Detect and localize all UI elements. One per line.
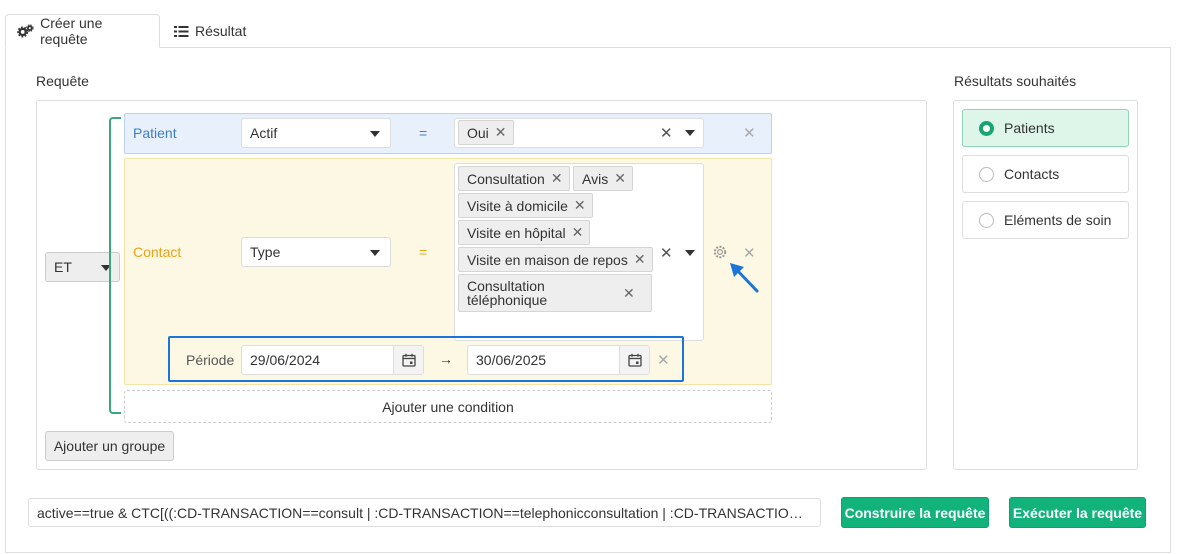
result-option-label: Contacts — [1004, 166, 1060, 182]
value-tag: Visite en maison de repos ✕ — [458, 247, 653, 272]
result-option-contacts[interactable]: Contacts — [962, 155, 1129, 193]
remove-tag-icon[interactable]: ✕ — [634, 251, 646, 268]
pointer-arrow-icon — [730, 263, 759, 293]
build-query-label: Construire la requête — [844, 504, 986, 521]
add-group-button[interactable]: Ajouter un groupe — [45, 431, 174, 461]
operator-label: = — [419, 125, 428, 141]
radio-empty-icon — [979, 212, 994, 228]
remove-period-icon[interactable]: ✕ — [657, 351, 670, 369]
chevron-down-icon[interactable] — [685, 130, 695, 136]
results-section-label: Résultats souhaités — [954, 73, 1077, 89]
remove-tag-icon[interactable]: ✕ — [623, 286, 635, 300]
chevron-down-icon — [370, 250, 380, 256]
value-tag: Avis ✕ — [573, 166, 633, 191]
value-tag: Consultation téléphonique ✕ — [458, 274, 652, 312]
clear-icon[interactable]: ✕ — [660, 124, 673, 142]
tag-label: Visite en hôpital — [467, 224, 566, 241]
tag-label: Visite à domicile — [467, 197, 568, 214]
add-group-label: Ajouter un groupe — [53, 438, 166, 454]
group-bracket — [109, 117, 121, 414]
execute-query-label: Exécuter la requête — [1012, 504, 1143, 521]
calendar-icon — [401, 353, 416, 367]
condition-entity-contact: Contact — [133, 244, 182, 260]
field-select-value: Type — [250, 244, 281, 260]
date-to-value: 30/06/2025 — [476, 352, 547, 368]
remove-tag-icon[interactable]: ✕ — [614, 170, 626, 187]
date-from-input[interactable]: 29/06/2024 — [241, 345, 424, 375]
calendar-icon — [627, 353, 642, 367]
tag-label: Avis — [582, 170, 609, 187]
date-to-input[interactable]: 30/06/2025 — [467, 345, 650, 375]
list-icon — [174, 25, 189, 37]
condition-entity-patient: Patient — [133, 125, 177, 141]
tab-result[interactable]: Résultat — [163, 14, 273, 48]
remove-tag-icon[interactable]: ✕ — [495, 124, 507, 141]
remove-tag-icon[interactable]: ✕ — [572, 224, 584, 241]
tag-label: Visite en maison de repos — [467, 251, 628, 268]
radio-empty-icon — [979, 166, 994, 182]
operator-label: = — [419, 244, 428, 260]
query-string-field[interactable]: active==true & CTC[((:CD-TRANSACTION==co… — [28, 498, 821, 527]
add-condition-button[interactable]: Ajouter une condition — [124, 390, 772, 423]
tag-label: Consultation téléphonique — [467, 278, 548, 308]
remove-condition-icon[interactable]: ✕ — [743, 124, 756, 142]
value-tag: Consultation ✕ — [458, 166, 570, 191]
chevron-down-icon[interactable] — [685, 250, 695, 256]
period-arrow: → — [439, 351, 453, 367]
radio-selected-icon — [979, 120, 994, 136]
query-string-value: active==true & CTC[((:CD-TRANSACTION==co… — [37, 504, 812, 521]
add-condition-label: Ajouter une condition — [382, 398, 514, 415]
date-from-value: 29/06/2024 — [250, 352, 321, 368]
period-label: Période — [186, 352, 235, 368]
clear-icon[interactable]: ✕ — [660, 244, 673, 262]
result-option-label: Eléments de soin — [1004, 212, 1112, 228]
field-select-actif[interactable]: Actif — [241, 118, 391, 148]
gears-icon — [17, 24, 34, 38]
build-query-button[interactable]: Construire la requête — [841, 497, 989, 528]
calendar-button[interactable] — [619, 346, 649, 374]
tag-label: Oui — [467, 124, 489, 141]
result-option-patients[interactable]: Patients — [962, 109, 1129, 147]
value-tag: Oui ✕ — [458, 120, 514, 145]
value-tag: Visite à domicile ✕ — [458, 193, 593, 218]
query-section-label: Requête — [36, 73, 89, 89]
execute-query-button[interactable]: Exécuter la requête — [1009, 497, 1146, 528]
remove-tag-icon[interactable]: ✕ — [551, 170, 563, 187]
remove-tag-icon[interactable]: ✕ — [574, 197, 586, 214]
tab-label: Résultat — [195, 23, 247, 39]
result-option-care-elements[interactable]: Eléments de soin — [962, 201, 1129, 239]
value-tag: Visite en hôpital ✕ — [458, 220, 591, 245]
field-select-value: Actif — [250, 125, 278, 141]
tag-label: Consultation — [467, 170, 545, 187]
tab-create-query[interactable]: Créer une requête — [5, 14, 160, 48]
chevron-down-icon — [370, 131, 380, 137]
group-operator-value: ET — [54, 259, 72, 275]
tab-label: Créer une requête — [40, 15, 103, 47]
field-select-type[interactable]: Type — [241, 237, 391, 267]
result-option-label: Patients — [1004, 120, 1055, 136]
calendar-button[interactable] — [393, 346, 423, 374]
